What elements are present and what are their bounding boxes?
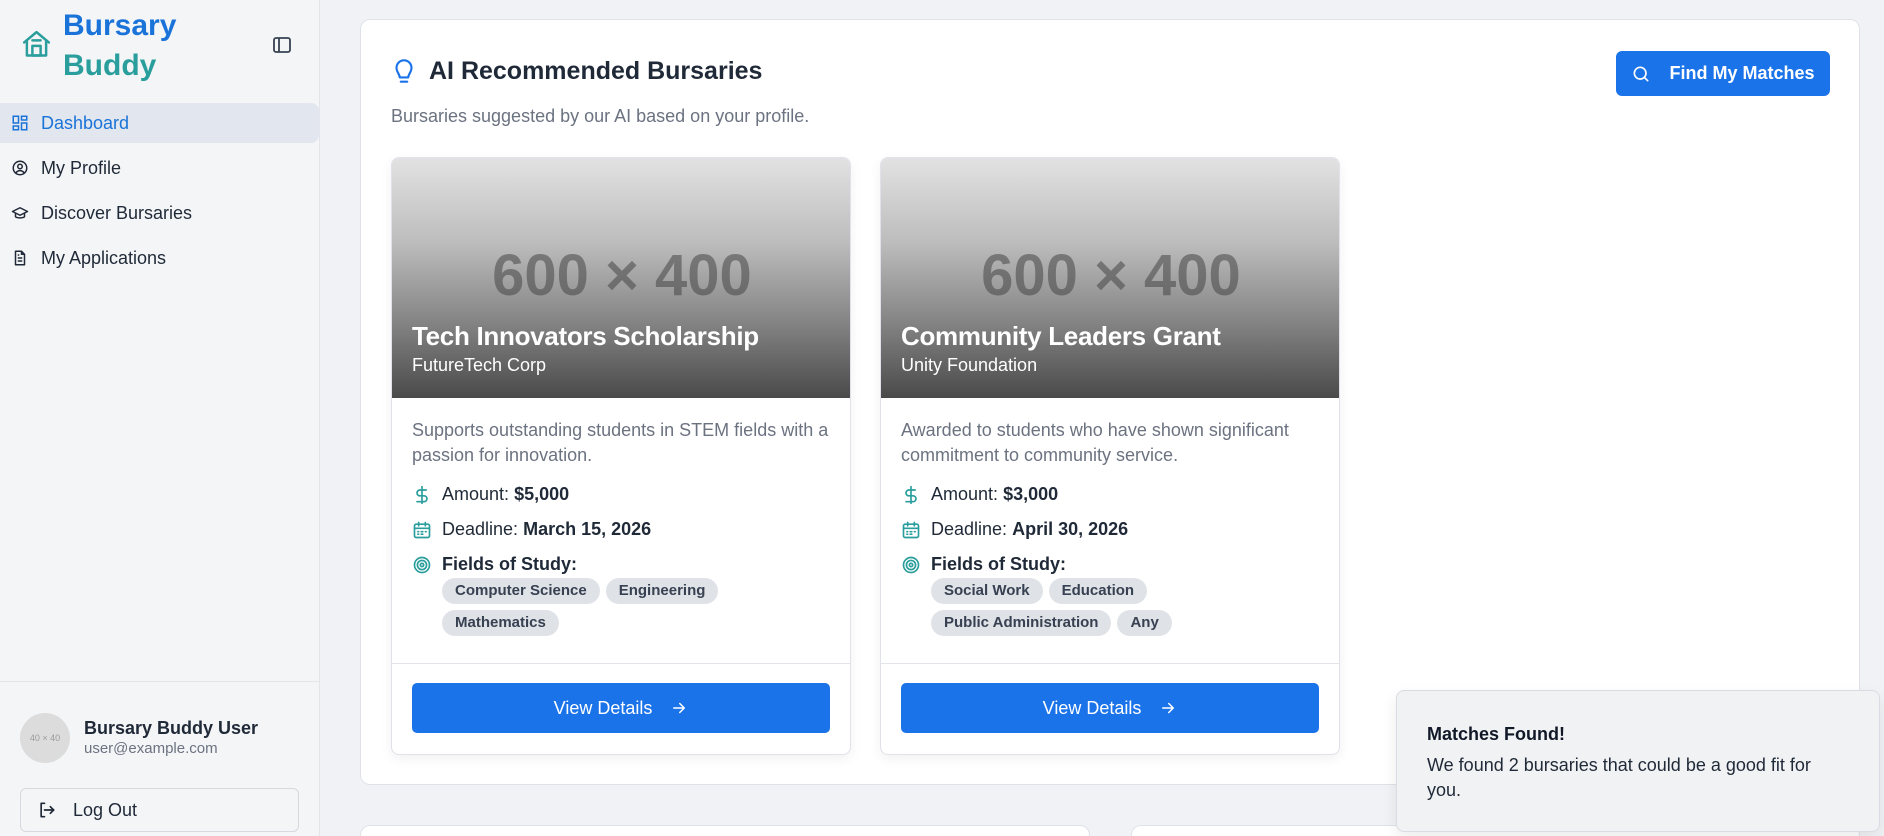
- deadline-label: Deadline:: [931, 519, 1008, 539]
- calendar-icon: [413, 521, 431, 538]
- amount-value: $5,000: [514, 484, 570, 504]
- card-description: Supports outstanding students in STEM fi…: [412, 420, 829, 465]
- dollar-icon: [416, 485, 428, 504]
- logout-button[interactable]: Log Out: [20, 788, 299, 832]
- user-email: user@example.com: [84, 740, 218, 757]
- view-details-label: View Details: [1042, 697, 1142, 718]
- field-tag: Public Administration: [931, 610, 1112, 636]
- amount-value: $3,000: [1003, 484, 1059, 504]
- brand-logo[interactable]: Bursary Buddy: [20, 6, 176, 86]
- find-my-matches-label: Find My Matches: [1669, 63, 1815, 83]
- amount-label: Amount:: [931, 484, 999, 504]
- house-icon: [22, 30, 51, 57]
- view-details-button[interactable]: View Details: [901, 683, 1319, 733]
- field-tags: Computer Science Engineering Mathematics: [442, 578, 832, 636]
- lower-panel-left: [360, 825, 1090, 836]
- card-divider: [881, 663, 1339, 664]
- card-organization: FutureTech Corp: [412, 355, 547, 375]
- sidebar-nav: Dashboard My Profile Discover Bursaries …: [0, 103, 319, 283]
- search-icon: [1633, 66, 1649, 81]
- deadline-label: Deadline:: [442, 519, 519, 539]
- deadline-value: March 15, 2026: [523, 519, 652, 539]
- sidebar-item-my-profile[interactable]: My Profile: [0, 148, 319, 188]
- sidebar-item-label: Dashboard: [41, 112, 130, 133]
- page-subtitle: Bursaries suggested by our AI based on y…: [391, 106, 810, 126]
- find-my-matches-button[interactable]: Find My Matches: [1616, 51, 1830, 96]
- field-tag: Mathematics: [442, 610, 559, 636]
- card-title: Community Leaders Grant: [901, 321, 1221, 351]
- field-tag: Any: [1117, 610, 1172, 636]
- card-amount: Amount: $5,000: [412, 484, 569, 505]
- bursary-card: 600 × 400 Community Leaders Grant Unity …: [880, 157, 1340, 755]
- sidebar-item-label: My Applications: [41, 247, 167, 268]
- sidebar-item-discover-bursaries[interactable]: Discover Bursaries: [0, 193, 319, 233]
- logout-icon: [40, 802, 55, 818]
- lightbulb-icon: [395, 59, 413, 83]
- deadline-value: April 30, 2026: [1012, 519, 1129, 539]
- image-placeholder-text: 600 × 400: [492, 243, 752, 308]
- card-fields-of-study: Fields of Study:: [412, 554, 577, 575]
- fields-label: Fields of Study:: [931, 554, 1066, 574]
- sidebar-item-label: My Profile: [41, 157, 122, 178]
- sidebar: Bursary Buddy Dashboard My Profile Disco…: [0, 0, 320, 836]
- toast-message: We found 2 bursaries that could be a goo…: [1427, 755, 1811, 800]
- card-fields-of-study: Fields of Study:: [901, 554, 1066, 575]
- user-name: Bursary Buddy User: [84, 718, 259, 738]
- card-deadline: Deadline: March 15, 2026: [412, 519, 651, 540]
- brand-name: Bursary Buddy: [63, 6, 176, 86]
- sidebar-item-label: Discover Bursaries: [41, 202, 193, 223]
- card-organization: Unity Foundation: [901, 355, 1038, 375]
- field-tag: Social Work: [931, 578, 1043, 604]
- sidebar-toggle-icon[interactable]: [270, 33, 294, 57]
- fields-label: Fields of Study:: [442, 554, 577, 574]
- arrow-right-icon: [1162, 702, 1175, 714]
- user-info[interactable]: 40 × 40 Bursary Buddy User user@example.…: [20, 713, 258, 763]
- user-circle-icon: [12, 160, 28, 176]
- card-title: Tech Innovators Scholarship: [412, 321, 759, 351]
- sidebar-item-my-applications[interactable]: My Applications: [0, 238, 319, 278]
- view-details-button[interactable]: View Details: [412, 683, 830, 733]
- card-amount: Amount: $3,000: [901, 484, 1058, 505]
- toast-title: Matches Found!: [1427, 724, 1565, 744]
- logout-label: Log Out: [73, 799, 138, 820]
- page-title: AI Recommended Bursaries: [429, 56, 763, 85]
- calendar-icon: [902, 521, 920, 538]
- panel-header: AI Recommended Bursaries: [391, 56, 762, 86]
- avatar: 40 × 40: [20, 713, 70, 763]
- arrow-right-icon: [673, 702, 686, 714]
- graduation-cap-icon: [11, 207, 29, 219]
- card-description: Awarded to students who have shown signi…: [901, 420, 1289, 465]
- recommended-bursaries-panel: AI Recommended Bursaries Bursaries sugge…: [360, 19, 1860, 785]
- brand-line-1: Bursary: [63, 9, 177, 42]
- sidebar-item-dashboard[interactable]: Dashboard: [0, 103, 319, 143]
- dollar-icon: [905, 485, 917, 504]
- field-tags: Social Work Education Public Administrat…: [931, 578, 1321, 636]
- document-icon: [14, 250, 26, 266]
- brand-line-2: Buddy: [63, 49, 157, 82]
- view-details-label: View Details: [553, 697, 653, 718]
- card-divider: [392, 663, 850, 664]
- target-icon: [902, 556, 920, 573]
- matches-found-toast[interactable]: Matches Found! We found 2 bursaries that…: [1396, 690, 1880, 832]
- field-tag: Engineering: [605, 578, 719, 604]
- card-deadline: Deadline: April 30, 2026: [901, 519, 1128, 540]
- sidebar-footer: 40 × 40 Bursary Buddy User user@example.…: [0, 681, 319, 836]
- amount-label: Amount:: [442, 484, 510, 504]
- image-placeholder-text: 600 × 400: [981, 243, 1241, 308]
- dashboard-icon: [12, 115, 28, 131]
- field-tag: Education: [1048, 578, 1148, 604]
- target-icon: [413, 556, 431, 573]
- bursary-card: 600 × 400 Tech Innovators Scholarship Fu…: [391, 157, 851, 755]
- field-tag: Computer Science: [442, 578, 600, 604]
